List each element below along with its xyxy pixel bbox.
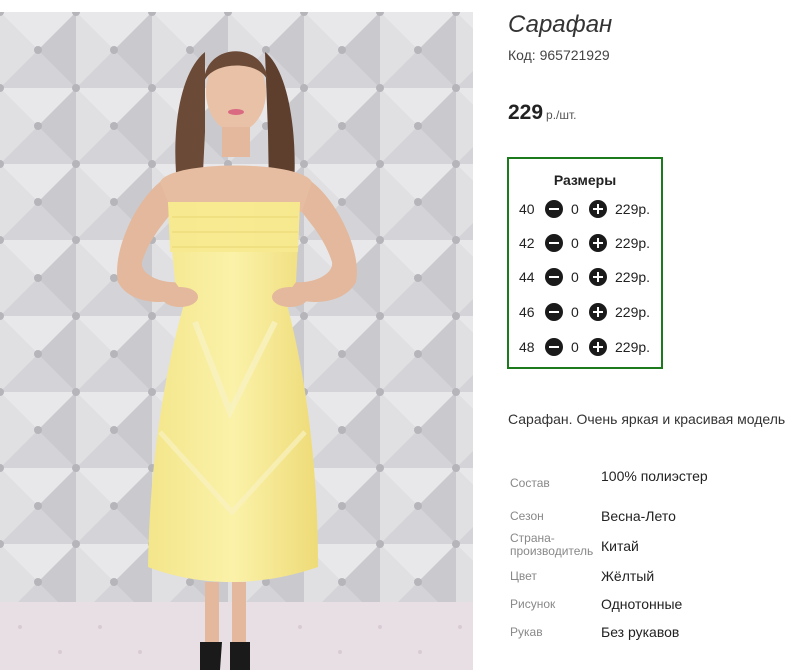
size-row: 46 0 229р. <box>509 302 661 322</box>
size-row: 44 0 229р. <box>509 267 661 287</box>
size-price: 229р. <box>615 339 651 355</box>
attribute-key: Рукав <box>510 625 543 639</box>
size-number: 44 <box>519 269 535 285</box>
product-description: Сарафан. Очень яркая и красивая модель <box>508 411 786 427</box>
size-number: 42 <box>519 235 535 251</box>
size-quantity: 0 <box>571 304 579 320</box>
decrease-quantity-button[interactable] <box>545 338 563 356</box>
attribute-value: Китай <box>601 538 639 554</box>
product-code: Код: 965721929 <box>508 47 610 63</box>
product-price: 229 р./шт. <box>508 101 577 125</box>
attribute-key: Сезон <box>510 509 544 523</box>
sizes-title: Размеры <box>553 172 617 188</box>
increase-quantity-button[interactable] <box>589 338 607 356</box>
size-number: 40 <box>519 201 535 217</box>
increase-quantity-button[interactable] <box>589 234 607 252</box>
attribute-key: Состав <box>510 476 550 490</box>
size-row: 48 0 229р. <box>509 337 661 357</box>
decrease-quantity-button[interactable] <box>545 303 563 321</box>
size-price: 229р. <box>615 304 651 320</box>
sizes-box: Размеры 40 0 229р. 42 0 229р. 44 0 229р.… <box>507 157 663 369</box>
size-price: 229р. <box>615 235 651 251</box>
decrease-quantity-button[interactable] <box>545 268 563 286</box>
product-photo[interactable] <box>0 12 473 670</box>
size-quantity: 0 <box>571 269 579 285</box>
size-quantity: 0 <box>571 339 579 355</box>
increase-quantity-button[interactable] <box>589 200 607 218</box>
attribute-key: Рисунок <box>510 597 556 611</box>
size-price: 229р. <box>615 201 651 217</box>
attribute-value: Весна-Лето <box>601 508 676 524</box>
attribute-value: 100% полиэстер <box>601 468 708 484</box>
increase-quantity-button[interactable] <box>589 303 607 321</box>
attribute-value: Жёлтый <box>601 568 655 584</box>
size-quantity: 0 <box>571 235 579 251</box>
increase-quantity-button[interactable] <box>589 268 607 286</box>
product-photo-icon <box>0 12 473 670</box>
size-number: 46 <box>519 304 535 320</box>
attribute-value: Без рукавов <box>601 624 680 640</box>
price-unit: р./шт. <box>546 108 577 122</box>
decrease-quantity-button[interactable] <box>545 234 563 252</box>
attribute-value: Однотонные <box>601 596 683 612</box>
size-number: 48 <box>519 339 535 355</box>
attribute-key: Страна-производитель <box>510 531 594 558</box>
size-row: 40 0 229р. <box>509 199 661 219</box>
size-quantity: 0 <box>571 201 579 217</box>
size-price: 229р. <box>615 269 651 285</box>
attribute-key: Цвет <box>510 569 537 583</box>
size-row: 42 0 229р. <box>509 233 661 253</box>
product-title: Сарафан <box>508 11 613 38</box>
price-amount: 229 <box>508 101 544 124</box>
decrease-quantity-button[interactable] <box>545 200 563 218</box>
